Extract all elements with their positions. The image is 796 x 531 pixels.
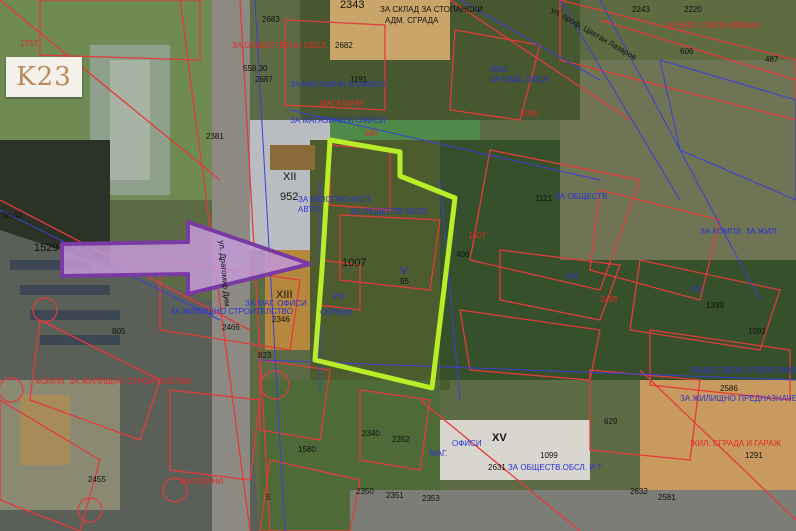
label-obsh1: ЗА ОБЩЕСТВЕНО ОБСЛ. [232,41,329,50]
k23-logo: K23 [6,57,82,97]
parcel-1580: 1580 [298,445,316,454]
label-sklad: ЗА СКЛАД ЗА СТОПАНСКИ [380,5,484,14]
label-magazini: МАГАЗИНИ [180,477,224,486]
elevation-558: 558.30 [243,64,268,73]
label-avto: АВТО [298,205,319,214]
parcel-1407: 1407 [468,231,486,240]
parcel-2090: 2090 [520,109,538,118]
label-zhil: ЗА ЖИЛИЩНО ПРЕДНАЗНАЧЕНИЕ [680,394,796,403]
parcel-2586: 2586 [720,384,738,393]
parcel-189: 189 [364,129,378,138]
parcel-2682: 2682 [335,41,353,50]
roman-v: V [400,265,408,277]
parcel-2350: 2350 [356,487,374,496]
label-adm: АДМ. СГРАДА [385,16,439,25]
parcel-1007: 1007 [342,257,367,269]
parcel-1099: 1099 [540,451,558,460]
parcel-2466: 2466 [222,323,240,332]
roman-xiv: XIV [690,285,703,294]
roof-xii [270,145,315,170]
label-zel: ЗА ЖИЛ. ОЗЕЛЕНЯВАНЕ [665,21,761,30]
building-xii: XII [283,171,297,183]
label-zaobsh: ЗА ОБЩЕСТВ. [555,192,610,201]
parcel-823: 823 [258,351,272,360]
parcel-1767: 1767 [20,39,38,48]
parcel-406: 406 [456,250,470,259]
label-mag1: ЗА МАГАЗИНИ И ОФИСИ [290,80,386,89]
parcel-2489: 2489 [600,295,618,304]
parcel-1092: 1092 [748,327,766,336]
parcel-1291: 1291 [745,451,763,460]
parcel-2632: 2632 [630,487,648,496]
parcel-2455: 2455 [88,475,106,484]
parcel-2581: 2581 [658,493,676,502]
parcel-2001: 2001 [490,65,508,74]
roman-xvi: XVI [566,272,579,281]
parcel-2352: 2352 [392,435,410,444]
roman-viii: VIII [332,292,345,301]
label-serviz: СЕРВИЗ [320,308,353,317]
parcel-2243: 2243 [632,5,650,14]
label-obsh2: ЗА ОБЩ. ОБСЛ. [490,75,551,84]
cadastral-map: K23 2343 ЗА СКЛАД ЗА СТОПАНСКИ АДМ. СГРА… [0,0,796,531]
parcel-2687: 2687 [255,75,273,84]
building-xv: XV [492,432,507,444]
block-42: бл.42 [2,211,23,220]
map-layer [0,0,796,531]
parcel-2683: 2683 [262,15,280,24]
parcel-805: 805 [112,327,126,336]
parcel-2343: 2343 [340,0,365,11]
parcel-487: 487 [765,55,779,64]
parcel-2631: 2631 [488,463,506,472]
number-5: 5 [266,493,271,502]
label-maz: МАГАЗИНИ [320,99,364,108]
parcel-2340: 2340 [362,429,380,438]
label-bezn: ЗА БЕЗОПАСНОСТ [298,195,371,204]
label-ofisi2: ОФИСИ [452,439,482,448]
label-obpol: ОБЩЕСТВЕНО-ПОЛИТИЧЕСКИ [690,366,796,375]
label-kompl: КОМПЛ. ЗА ЖИЛИЩНО СТРОИТЕЛСТВО [36,377,192,386]
parcel-2381: 2381 [206,132,224,141]
parcel-1399: 1399 [706,301,724,310]
parcel-629: 629 [604,417,618,426]
parcel-2220: 2220 [684,5,702,14]
highlighted-lot-ground [310,140,450,390]
label-mag2: ЗА МАГАЗИНИ И ОФИСИ [290,116,386,125]
parcel-1121: 1121 [535,194,553,203]
parcel-95: 95 [400,277,409,286]
label-obshobs: ЗА ОБЩЕСТВ.ОБСЛ. [350,207,430,216]
parcel-2353: 2353 [422,494,440,503]
parcel-606: 606 [680,47,694,56]
parcel-2351: 2351 [386,491,404,500]
label-zakomp: ЗА КОМПЛ. ЗА ЖИЛ. [700,227,779,236]
label-zhil2: ЖИЛ. СГРАДА И ГАРАЖ [690,439,781,448]
label-mag: МАГ. [430,449,448,458]
parcel-952: 952 [280,191,299,203]
parcel-1529: 1529 [34,242,59,254]
parcel-2346: 2346 [272,315,290,324]
label-zaobs: ЗА ОБЩЕСТВ.ОБСЛ. И Т [508,463,603,472]
